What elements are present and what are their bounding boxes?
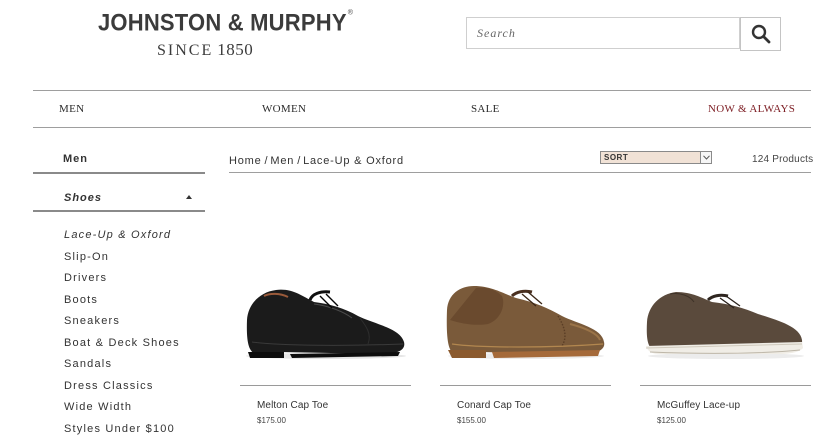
- product-divider: [640, 385, 811, 386]
- nav-now-and-always[interactable]: NOW & ALWAYS: [708, 103, 795, 115]
- chevron-down-icon[interactable]: [700, 152, 711, 163]
- product-image[interactable]: [440, 280, 610, 360]
- breadcrumb: Home / Men / Lace-Up & Oxford: [229, 155, 404, 167]
- since-year: 1850: [217, 40, 254, 59]
- breadcrumb-home[interactable]: Home: [229, 155, 262, 167]
- sidebar-divider: [33, 210, 205, 212]
- product-divider: [440, 385, 611, 386]
- breadcrumb-divider: [229, 172, 811, 173]
- product-name[interactable]: Conard Cap Toe: [457, 400, 531, 411]
- sidebar-item-slip-on[interactable]: Slip-On: [64, 250, 180, 272]
- since-label: SINCE: [157, 42, 214, 59]
- brand-logo[interactable]: JOHNSTON & MURPHY®: [98, 9, 353, 37]
- breadcrumb-separator: /: [264, 155, 269, 167]
- product-name[interactable]: Melton Cap Toe: [257, 400, 328, 411]
- product-price: $175.00: [257, 416, 286, 425]
- product-image[interactable]: [240, 282, 410, 360]
- nav-sale[interactable]: SALE: [471, 103, 500, 115]
- sidebar-item-drivers[interactable]: Drivers: [64, 271, 180, 293]
- brand-name: JOHNSTON & MURPHY: [98, 9, 347, 36]
- product-image[interactable]: [640, 286, 810, 360]
- sidebar-item-wide-width[interactable]: Wide Width: [64, 400, 180, 422]
- breadcrumb-men[interactable]: Men: [270, 155, 294, 167]
- sidebar-item-styles-under-100[interactable]: Styles Under $100: [64, 422, 180, 444]
- sort-label: SORT: [604, 153, 629, 162]
- sidebar-item-dress-classics[interactable]: Dress Classics: [64, 379, 180, 401]
- sidebar-item-boat-deck-shoes[interactable]: Boat & Deck Shoes: [64, 336, 180, 358]
- registered-mark: ®: [347, 9, 354, 17]
- brand-since: SINCE 1850: [157, 40, 253, 60]
- nav-men[interactable]: MEN: [59, 103, 84, 115]
- nav-bottom-divider: [33, 127, 811, 128]
- sort-select[interactable]: SORT: [600, 151, 712, 164]
- product-price: $125.00: [657, 416, 686, 425]
- sidebar-item-sneakers[interactable]: Sneakers: [64, 314, 180, 336]
- shoe-image: [645, 292, 804, 359]
- caret-up-icon[interactable]: [186, 195, 192, 199]
- product-name[interactable]: McGuffey Lace-up: [657, 400, 740, 411]
- search-button[interactable]: [740, 17, 781, 51]
- sidebar-divider: [33, 172, 205, 174]
- nav-women[interactable]: WOMEN: [262, 103, 306, 115]
- search-input[interactable]: [467, 18, 739, 48]
- sidebar-item-boots[interactable]: Boots: [64, 293, 180, 315]
- product-count: 124 Products: [752, 154, 814, 165]
- breadcrumb-separator: /: [297, 155, 302, 167]
- search-field: [466, 17, 740, 49]
- sidebar-category-shoes[interactable]: Shoes: [64, 192, 102, 204]
- sidebar-section-men[interactable]: Men: [63, 153, 88, 165]
- shoe-image: [446, 286, 605, 359]
- shoe-image: [246, 289, 406, 359]
- sidebar-item-sandals[interactable]: Sandals: [64, 357, 180, 379]
- nav-top-divider: [33, 90, 811, 91]
- product-divider: [240, 385, 411, 386]
- product-price: $155.00: [457, 416, 486, 425]
- sidebar-item-lace-up-oxford[interactable]: Lace-Up & Oxford: [64, 228, 180, 250]
- breadcrumb-current: Lace-Up & Oxford: [303, 155, 404, 167]
- sidebar-subcategory-list: Lace-Up & Oxford Slip-On Drivers Boots S…: [64, 228, 180, 443]
- search-icon: [751, 24, 770, 44]
